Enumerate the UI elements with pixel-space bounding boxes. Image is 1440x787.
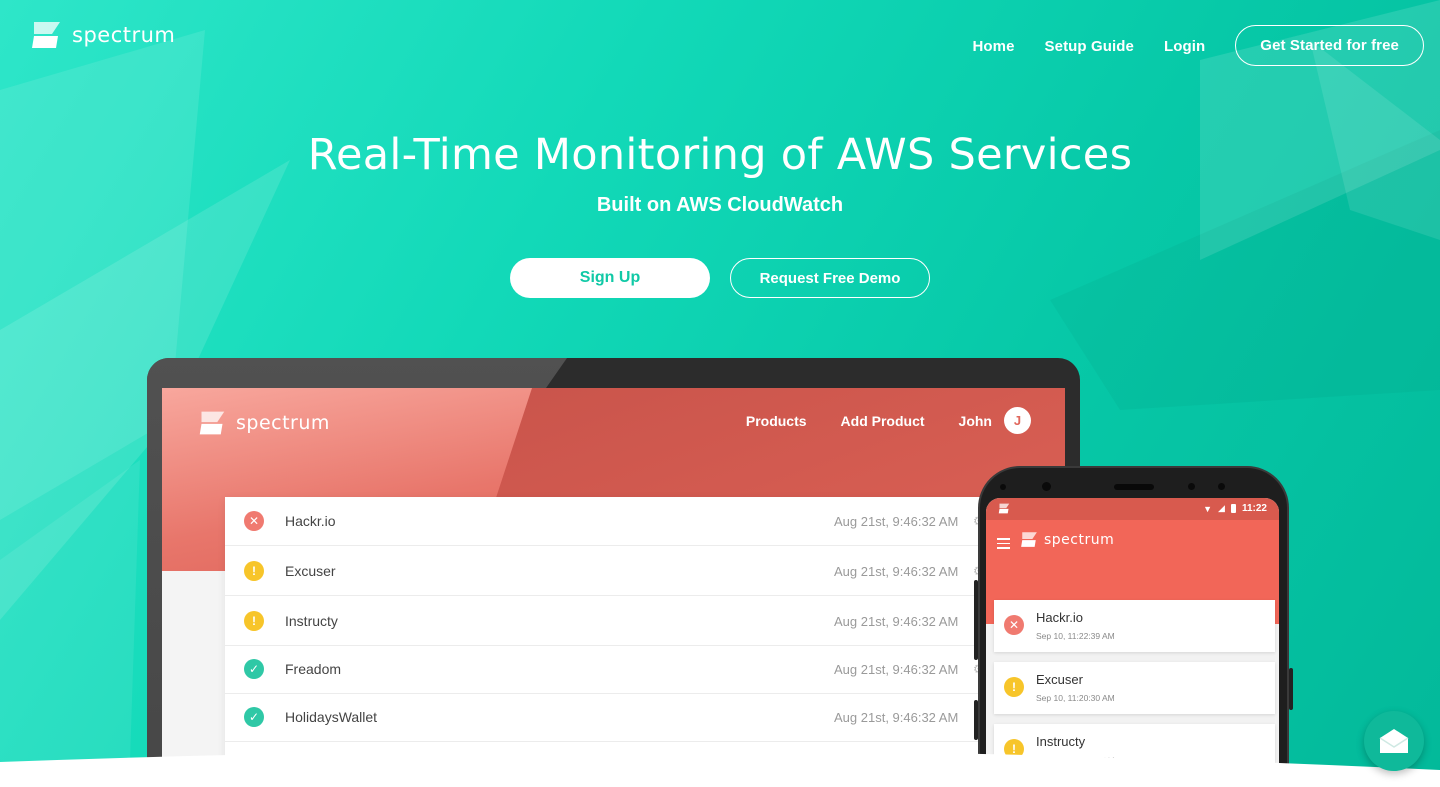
status-bar-time: 11:22	[1241, 503, 1267, 514]
product-timestamp: Aug 21st, 9:46:32 AM	[834, 613, 959, 629]
product-name: Freadom	[285, 661, 342, 677]
battery-icon	[1230, 504, 1236, 513]
list-item[interactable]: ✓ HolidaysWallet Aug 21st, 9:46:32 AM ⚙	[225, 693, 985, 742]
sign-up-button[interactable]: Sign Up	[510, 258, 710, 298]
desktop-app-brand: spectrum	[236, 412, 330, 434]
desktop-app-nav: Products Add Product John J	[746, 407, 1031, 434]
product-name: Instructy	[285, 613, 338, 629]
app-nav-user-name[interactable]: John	[959, 413, 992, 429]
product-timestamp: Aug 21st, 9:46:32 AM	[834, 661, 959, 677]
hero-headline: Real-Time Monitoring of AWS Services	[307, 130, 1133, 180]
top-navigation: spectrum Home Setup Guide Login Get Star…	[0, 0, 1440, 72]
exclamation-circle-icon: !	[244, 561, 264, 581]
phone-sensor	[1188, 483, 1195, 490]
list-item[interactable]: ! Excuser Aug 21st, 9:46:32 AM ⚙	[225, 547, 985, 596]
close-circle-icon: ✕	[244, 511, 264, 531]
brand-logo[interactable]: spectrum	[30, 20, 175, 50]
phone-sensor	[1218, 483, 1225, 490]
hamburger-menu-icon[interactable]	[997, 538, 1010, 549]
app-nav-products[interactable]: Products	[746, 413, 807, 429]
front-camera	[1042, 482, 1051, 491]
exclamation-circle-icon: !	[244, 611, 264, 631]
product-timestamp: Aug 21st, 9:46:32 AM	[834, 709, 959, 725]
request-demo-button[interactable]: Request Free Demo	[730, 258, 930, 298]
product-name: Hackr.io	[1036, 610, 1083, 625]
product-name: Excuser	[285, 563, 336, 579]
product-timestamp: Sep 10, 11:22:39 AM	[1036, 631, 1115, 641]
phone-sensor	[1000, 484, 1006, 490]
chat-launcher-button[interactable]	[1364, 711, 1424, 771]
mobile-app-brand: spectrum	[1044, 531, 1115, 548]
product-name: Hackr.io	[285, 513, 336, 529]
avatar[interactable]: J	[1004, 407, 1031, 434]
spectrum-logo-icon	[1021, 532, 1037, 547]
list-item[interactable]: ✓ Freadom Aug 21st, 9:46:32 AM ⚙	[225, 645, 985, 694]
list-item[interactable]: ! Excuser Sep 10, 11:20:30 AM	[994, 662, 1275, 714]
spectrum-logo-icon	[32, 22, 60, 48]
nav-home-link[interactable]: Home	[972, 38, 1014, 55]
hero-subheadline: Built on AWS CloudWatch	[596, 194, 844, 216]
hero-section: spectrum Home Setup Guide Login Get Star…	[0, 0, 1440, 787]
spectrum-logo-icon	[998, 503, 1010, 514]
check-circle-icon: ✓	[244, 659, 264, 679]
brand-name: spectrum	[72, 23, 176, 47]
exclamation-circle-icon: !	[1004, 677, 1024, 697]
laptop-mockup: spectrum Products Add Product John J ✕ H…	[147, 358, 1080, 778]
get-started-button[interactable]: Get Started for free	[1235, 25, 1424, 66]
mobile-status-bar: ▼ ◢ 11:22	[986, 498, 1279, 520]
list-item[interactable]: ! Instructy Aug 21st, 9:46:32 AM ⚙	[225, 597, 985, 646]
product-name: HolidaysWallet	[285, 709, 378, 725]
nav-links: Home Setup Guide Login Get Started for f…	[972, 25, 1424, 66]
wifi-icon: ▼	[1203, 503, 1213, 514]
envelope-icon	[1379, 729, 1409, 753]
list-item[interactable]: ✕ Hackr.io Aug 21st, 9:46:32 AM ⚙	[225, 497, 985, 546]
product-timestamp: Aug 21st, 9:46:32 AM	[834, 513, 959, 529]
check-circle-icon: ✓	[244, 707, 264, 727]
app-nav-add-product[interactable]: Add Product	[841, 413, 925, 429]
phone-power-button	[1289, 668, 1293, 710]
status-bar-icons: ▼ ◢ 11:22	[1203, 503, 1267, 514]
desktop-app-logo: spectrum	[198, 409, 330, 437]
product-timestamp: Sep 10, 11:20:30 AM	[1036, 693, 1115, 703]
product-timestamp: Aug 21st, 9:46:32 AM	[834, 563, 959, 579]
signal-icon: ◢	[1218, 503, 1225, 513]
list-item[interactable]: ✕ Hackr.io Sep 10, 11:22:39 AM	[994, 600, 1275, 652]
phone-speaker	[1114, 484, 1154, 490]
desktop-app-screen: spectrum Products Add Product John J ✕ H…	[162, 388, 1065, 778]
phone-mockup: ▼ ◢ 11:22 spectrum ✕ Hackr.io Sep 10, 11…	[978, 466, 1289, 787]
mobile-app-logo: spectrum	[1020, 531, 1114, 548]
close-circle-icon: ✕	[1004, 615, 1024, 635]
bottom-wave-divider	[0, 750, 1440, 787]
nav-login-link[interactable]: Login	[1164, 38, 1205, 55]
spectrum-logo-icon	[199, 411, 225, 435]
product-status-list: ✕ Hackr.io Aug 21st, 9:46:32 AM ⚙ ! Excu…	[225, 497, 985, 778]
nav-setup-guide-link[interactable]: Setup Guide	[1045, 38, 1134, 55]
product-name: Excuser	[1036, 672, 1083, 687]
